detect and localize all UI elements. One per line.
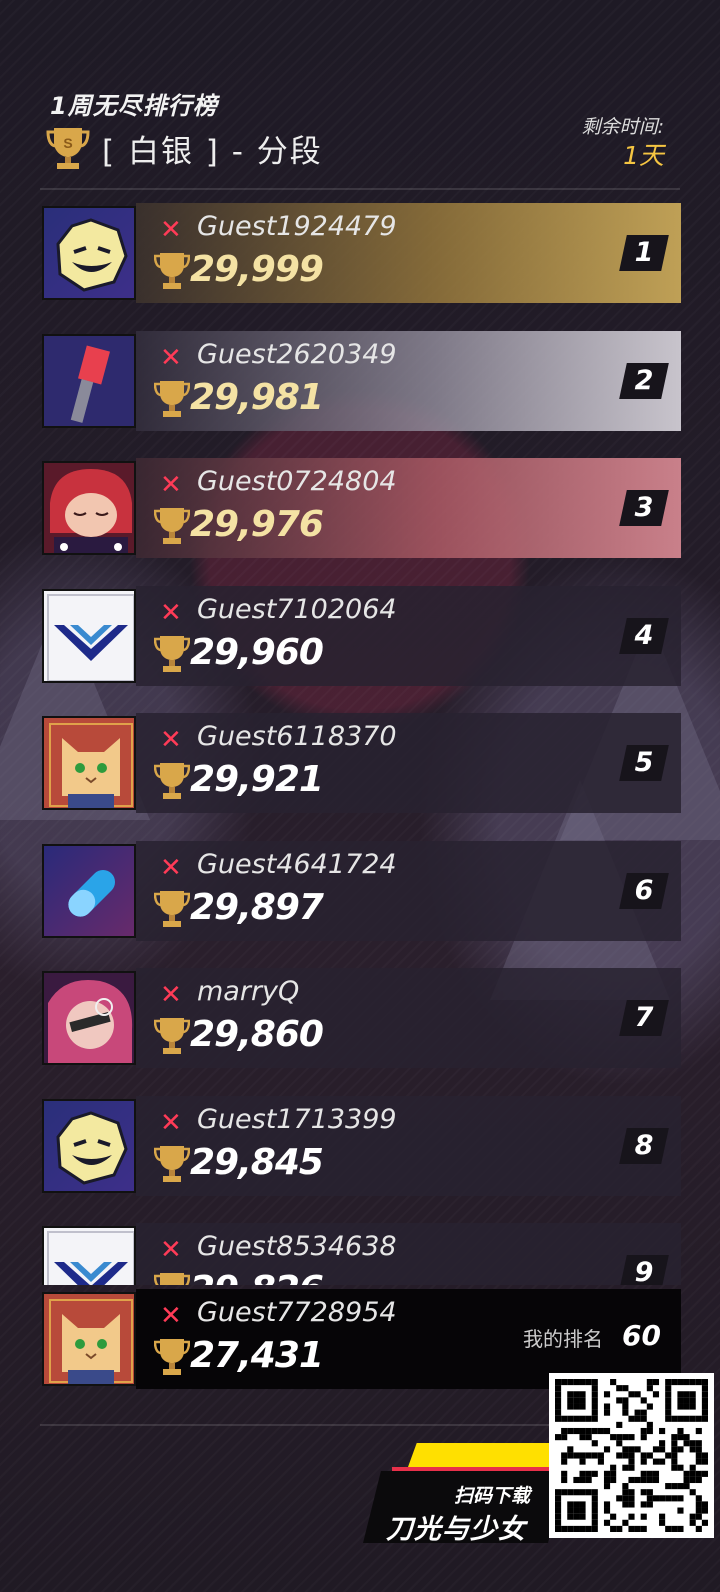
player-name: Guest0724804 — [197, 466, 397, 497]
promo-yellow-stripe — [407, 1443, 567, 1469]
grin-mask-avatar[interactable] — [42, 206, 136, 300]
trophy-icon — [154, 253, 190, 289]
rank-number: 4 — [634, 620, 654, 651]
trophy-icon — [154, 1339, 190, 1375]
leaderboard-row[interactable]: ✕ Guest2620349 29,981 2 — [40, 331, 681, 431]
owl-avatar[interactable] — [42, 1292, 136, 1386]
player-score: 29,826 — [190, 1269, 324, 1285]
leaderboard-title: 1周无尽排行榜 — [50, 92, 218, 120]
player-name: Guest6118370 — [197, 721, 397, 752]
player-name: Guest2620349 — [197, 339, 397, 370]
leaderboard-row[interactable]: ✕ Guest4641724 29,897 6 — [40, 841, 681, 941]
trophy-icon — [154, 1273, 190, 1285]
leaderboard-row[interactable]: ✕ Guest8534638 29,826 9 — [40, 1223, 681, 1285]
v-emblem-avatar[interactable] — [42, 1226, 136, 1285]
trophy-icon — [154, 763, 190, 799]
trophy-icon — [154, 508, 190, 544]
player-name: Guest7102064 — [197, 594, 397, 625]
leaderboard-row[interactable]: ✕ Guest0724804 29,976 3 — [40, 458, 681, 558]
player-score: 27,431 — [190, 1335, 324, 1376]
tier-row: S [ 白银 ] - 分段 — [46, 124, 323, 172]
leaderboard-row[interactable]: ✕ marryQ 29,860 7 — [40, 968, 681, 1068]
svg-text:S: S — [63, 135, 72, 151]
remaining-time-value: 1天 — [623, 141, 664, 170]
player-name: Guest8534638 — [197, 1231, 397, 1262]
player-name: Guest1713399 — [197, 1104, 397, 1135]
rank-number: 6 — [634, 875, 654, 906]
close-icon: ✕ — [160, 980, 182, 1010]
close-icon: ✕ — [160, 725, 182, 755]
trophy-icon — [154, 1018, 190, 1054]
close-icon: ✕ — [160, 470, 182, 500]
rank-number: 2 — [634, 365, 654, 396]
header-divider — [40, 188, 680, 190]
close-icon: ✕ — [160, 215, 182, 245]
leaderboard-row[interactable]: ✕ Guest1713399 29,845 8 — [40, 1096, 681, 1196]
leaderboard-row[interactable]: ✕ Guest1924479 29,999 1 — [40, 203, 681, 303]
player-score: 29,921 — [190, 759, 324, 800]
trophy-icon — [154, 891, 190, 927]
rank-number: 8 — [634, 1130, 654, 1161]
trophy-icon: S — [46, 128, 90, 169]
player-score: 29,976 — [190, 504, 324, 545]
pink-hair-girl-avatar[interactable] — [42, 971, 136, 1065]
player-score: 29,845 — [190, 1142, 324, 1183]
trophy-icon — [154, 381, 190, 417]
rank-number: 3 — [634, 492, 654, 523]
my-rank-label: 我的排名 — [523, 1327, 603, 1351]
rank-number: 1 — [634, 237, 654, 268]
v-emblem-avatar[interactable] — [42, 589, 136, 683]
owl-avatar[interactable] — [42, 716, 136, 810]
player-score: 29,897 — [190, 887, 324, 928]
rank-number: 5 — [634, 747, 654, 778]
close-icon: ✕ — [160, 1235, 182, 1265]
red-hair-girl-avatar[interactable] — [42, 461, 136, 555]
player-score: 29,981 — [190, 377, 324, 418]
promo-game-name: 刀光与少女 — [386, 1514, 526, 1545]
player-score: 29,960 — [190, 632, 324, 673]
remaining-time-label: 剩余时间: — [581, 116, 664, 138]
rank-number: 7 — [634, 1002, 654, 1033]
my-rank-number: 60 — [622, 1319, 661, 1352]
close-icon: ✕ — [160, 853, 182, 883]
trophy-icon — [154, 1146, 190, 1182]
game-promo-banner[interactable]: 扫码下载 刀光与少女 — [363, 1443, 567, 1545]
qr-code[interactable] — [549, 1373, 714, 1538]
promo-scan-text: 扫码下载 — [454, 1485, 531, 1507]
player-score: 29,999 — [190, 249, 324, 290]
close-icon: ✕ — [160, 343, 182, 373]
player-name: Guest4641724 — [197, 849, 397, 880]
grin-mask-avatar[interactable] — [42, 1099, 136, 1193]
close-icon: ✕ — [160, 1301, 182, 1331]
player-score: 29,860 — [190, 1014, 324, 1055]
player-name: Guest7728954 — [197, 1297, 397, 1328]
leaderboard-row[interactable]: ✕ Guest7102064 29,960 4 — [40, 586, 681, 686]
player-name: Guest1924479 — [197, 211, 397, 242]
rank-number: 9 — [634, 1257, 654, 1285]
qr-code-image — [555, 1379, 708, 1532]
hammer-avatar[interactable] — [42, 334, 136, 428]
tier-label: [ 白银 ] - 分段 — [102, 133, 323, 170]
pill-avatar[interactable] — [42, 844, 136, 938]
close-icon: ✕ — [160, 1108, 182, 1138]
close-icon: ✕ — [160, 598, 182, 628]
player-name: marryQ — [197, 976, 300, 1007]
leaderboard-row[interactable]: ✕ Guest6118370 29,921 5 — [40, 713, 681, 813]
trophy-icon — [154, 636, 190, 672]
